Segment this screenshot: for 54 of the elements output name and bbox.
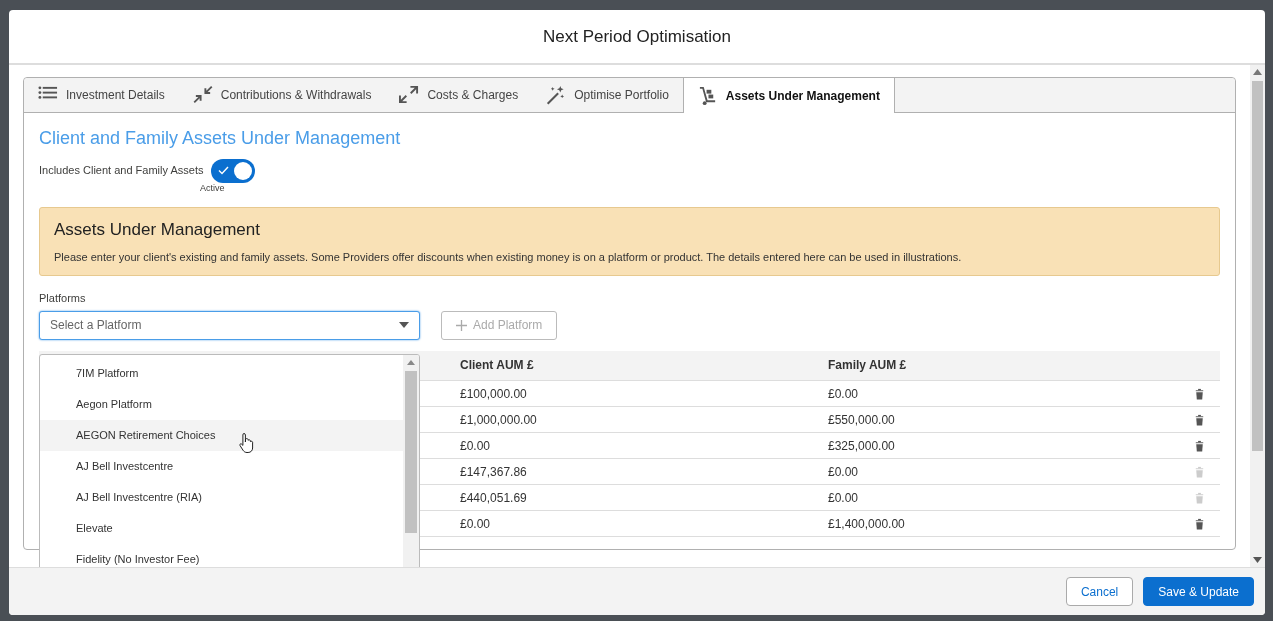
hand-truck-icon (697, 85, 718, 106)
tab[interactable]: Assets Under Management (682, 78, 895, 113)
notice-text: Please enter your client's existing and family assets. Some Providers offer discounts when existing money is on a platform or product. The details entered here can be used in illustrations. (54, 249, 963, 265)
dropdown-option[interactable]: AJ Bell Investcentre (RIA) (40, 481, 403, 513)
table-cell: £0.00 (828, 464, 859, 479)
table-cell: £325,000.00 (828, 438, 895, 453)
table-cell: £440,051.69 (460, 490, 527, 505)
dropdown-option[interactable]: Aegon Platform (40, 388, 403, 420)
column-header: Client AUM £ (460, 358, 534, 373)
table-cell: £0.00 (828, 386, 859, 401)
table-cell: £1,000,000.00 (460, 412, 537, 427)
scrollbar[interactable] (1250, 65, 1265, 567)
dropdown-option[interactable]: AEGON Retirement Choices (40, 419, 403, 451)
trash-icon[interactable] (1193, 387, 1206, 402)
table-cell: £147,367.86 (460, 464, 527, 479)
scrollbar[interactable] (403, 354, 419, 567)
check-icon (218, 165, 230, 175)
scroll-up-icon[interactable] (1253, 69, 1262, 75)
dropdown-option[interactable]: Fidelity (No Investor Fee) (40, 543, 403, 567)
tab[interactable]: Contributions & Withdrawals (178, 78, 386, 112)
toggle-status: Active (200, 182, 225, 193)
table-cell: £100,000.00 (460, 386, 527, 401)
scroll-up-icon[interactable] (407, 359, 415, 365)
plus-icon (456, 319, 467, 331)
dropdown-option[interactable]: AJ Bell Investcentre (40, 450, 403, 482)
table-cell: £1,400,000.00 (828, 516, 905, 531)
platform-select[interactable]: Select a Platform (39, 310, 420, 340)
tab[interactable]: Investment Details (24, 78, 179, 112)
arrows-inward-icon (192, 85, 213, 105)
hand-cursor-icon (239, 431, 255, 454)
arrows-outward-icon (399, 85, 420, 105)
table-cell: £0.00 (828, 490, 859, 505)
trash-icon[interactable] (1193, 517, 1206, 532)
tab[interactable]: Optimise Portfolio (532, 78, 683, 112)
dropdown-option[interactable]: Elevate (40, 512, 403, 544)
toggle-switch[interactable] (211, 158, 256, 183)
table-cell: £550,000.00 (828, 412, 895, 427)
magic-wand-icon (546, 85, 567, 105)
tab[interactable]: Costs & Charges (385, 78, 533, 112)
field-label: Platforms (39, 292, 86, 305)
trash-icon[interactable] (1193, 439, 1206, 454)
save-button[interactable]: Save & Update (1143, 577, 1254, 606)
trash-icon[interactable] (1193, 413, 1206, 428)
table-cell: £0.00 (460, 438, 491, 453)
scroll-down-icon[interactable] (1253, 557, 1262, 563)
dropdown-option[interactable]: 7IM Platform (40, 357, 403, 389)
notice-title: Assets Under Management (54, 219, 261, 242)
caret-icon (399, 322, 409, 329)
cancel-button[interactable]: Cancel (1065, 577, 1134, 606)
toggle-label: Includes Client and Family Assets (39, 163, 204, 179)
column-header: Family AUM £ (828, 358, 907, 373)
section-title: Client and Family Assets Under Management (39, 128, 402, 150)
table-cell: £0.00 (460, 516, 491, 531)
modal-title: Next Period Optimisation (543, 25, 731, 48)
